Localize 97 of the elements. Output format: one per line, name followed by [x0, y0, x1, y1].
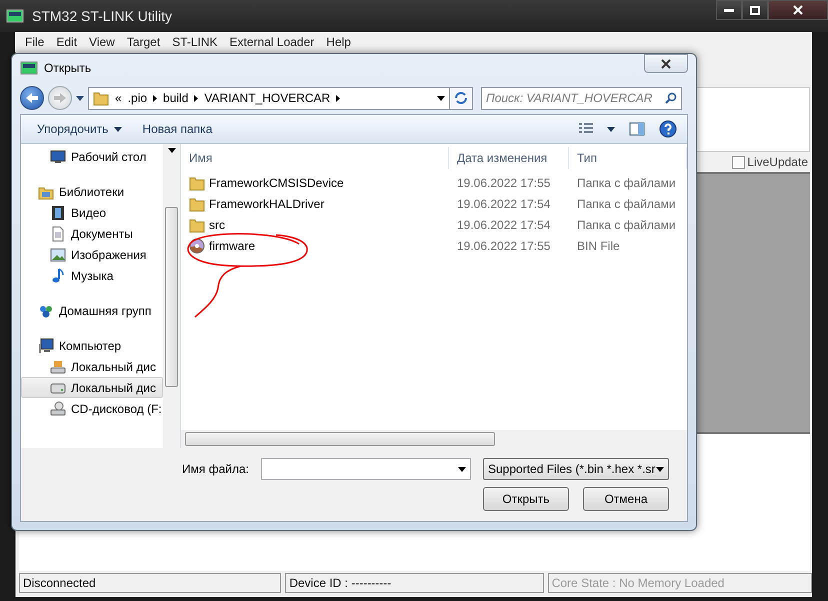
address-bar[interactable]: « .pio build VARIANT_HOVERCAR [88, 86, 450, 110]
breadcrumb[interactable]: .pio [128, 91, 148, 105]
file-date: 19.06.2022 17:54 [456, 218, 552, 232]
nav-item[interactable]: Библиотеки [21, 181, 163, 202]
file-name[interactable]: FrameworkCMSISDevice [181, 174, 344, 190]
column-header[interactable]: Тип [569, 147, 687, 169]
menu-item[interactable]: Target [120, 35, 166, 49]
help-icon[interactable] [659, 120, 677, 138]
nav-item[interactable]: Изображения [21, 244, 163, 265]
minimize-button[interactable] [716, 0, 742, 20]
window-title: STM32 ST-LINK Utility [32, 8, 172, 24]
folder-icon [189, 174, 205, 190]
preview-pane-icon[interactable] [629, 122, 645, 136]
dialog-title: Открыть [44, 61, 92, 75]
caret-icon [458, 466, 466, 472]
scrollbar[interactable] [163, 144, 180, 448]
toolbar-button[interactable]: Новая папка [134, 119, 220, 139]
back-button[interactable] [20, 86, 44, 110]
caret-icon [437, 96, 445, 100]
forward-arrow-icon [54, 93, 66, 103]
caret-icon [607, 126, 615, 132]
nav-item[interactable]: CD-дисковод (F: [21, 398, 163, 419]
file-name[interactable]: src [181, 216, 225, 232]
chevron-icon [194, 94, 198, 102]
nav-item[interactable]: Домашняя групп [21, 300, 163, 321]
nav-item[interactable]: Видео [21, 202, 163, 223]
nav-item[interactable]: Рабочий стол [21, 146, 163, 167]
image-icon [50, 246, 66, 262]
breadcrumb[interactable]: build [163, 91, 188, 105]
app-icon [20, 61, 38, 75]
caret-icon [76, 96, 84, 100]
maximize-icon [750, 6, 760, 14]
file-date: 19.06.2022 17:54 [456, 196, 552, 210]
menu-item[interactable]: Help [320, 35, 357, 49]
live-update-label: LiveUpdate [747, 155, 808, 169]
nav-item[interactable]: Документы [21, 223, 163, 244]
file-date: 19.06.2022 17:55 [456, 176, 552, 190]
back-arrow-icon [26, 93, 38, 103]
folder-icon [189, 216, 205, 232]
status-field: Disconnected [19, 573, 282, 593]
menu-item[interactable]: Edit [50, 35, 84, 49]
caret-icon [656, 466, 664, 472]
nav-item[interactable]: Музыка [21, 265, 163, 286]
close-icon [793, 5, 803, 15]
chevron-icon [153, 94, 158, 102]
disc-drive-icon [50, 400, 66, 416]
live-update-checkbox[interactable] [732, 156, 746, 168]
minimize-icon [724, 8, 734, 12]
column-header[interactable]: Имя [181, 147, 449, 169]
nav-item[interactable]: Локальный дис [21, 356, 163, 377]
file-name[interactable]: FrameworkHALDriver [181, 196, 324, 212]
nav-item[interactable]: Локальный дис [21, 377, 163, 398]
status-field: Core State : No Memory Loaded [548, 573, 812, 593]
app-icon [6, 9, 24, 23]
document-icon [50, 226, 66, 242]
caret-icon [168, 148, 176, 153]
computer-icon [38, 338, 54, 354]
folder-icon [189, 196, 205, 212]
overflow-chevrons[interactable]: « [115, 91, 122, 105]
file-name-label: Имя файла: [182, 462, 249, 476]
hard-drive-icon [50, 358, 66, 374]
file-type: BIN File [576, 238, 621, 252]
refresh-icon [454, 92, 468, 104]
search-icon [665, 92, 677, 104]
menu-item[interactable]: ST-LINK [166, 35, 224, 49]
music-note-icon [50, 268, 66, 284]
menu-item[interactable]: File [19, 35, 50, 49]
nav-item[interactable]: Компьютер [21, 335, 163, 356]
close-button[interactable] [644, 54, 688, 73]
film-icon [50, 204, 66, 220]
folder-icon [93, 90, 109, 106]
caret-icon [114, 126, 122, 132]
file-name[interactable]: firmware [181, 238, 256, 254]
dialog-button[interactable]: Открыть [483, 487, 569, 511]
file-type: Папка с файлами [576, 218, 677, 232]
scrollbar[interactable] [181, 430, 687, 448]
menu-item[interactable]: External Loader [224, 35, 320, 49]
file-type: Папка с файлами [576, 196, 677, 210]
view-list-icon[interactable] [579, 123, 593, 135]
file-type-select[interactable]: Supported Files (*.bin *.hex *.sr [483, 458, 669, 480]
dialog-button[interactable]: Отмена [583, 487, 669, 511]
breadcrumb[interactable]: VARIANT_HOVERCAR [204, 91, 330, 105]
column-header[interactable]: Дата изменения [449, 147, 569, 169]
monitor-icon [50, 148, 66, 164]
file-type: Папка с файлами [576, 176, 677, 190]
close-icon [661, 58, 671, 68]
menu-item[interactable]: View [83, 35, 121, 49]
file-name-field[interactable] [261, 458, 471, 480]
status-field: Device ID : ---------- [285, 573, 544, 593]
maximize-button[interactable] [742, 0, 768, 20]
toolbar-button[interactable]: Упорядочить [29, 119, 130, 139]
file-date: 19.06.2022 17:55 [456, 238, 552, 252]
disc-icon [189, 238, 205, 254]
refresh-button[interactable] [449, 86, 473, 110]
chevron-icon [336, 94, 340, 102]
close-button[interactable] [768, 0, 828, 20]
search-field[interactable]: Поиск: VARIANT_HOVERCAR [481, 86, 682, 110]
